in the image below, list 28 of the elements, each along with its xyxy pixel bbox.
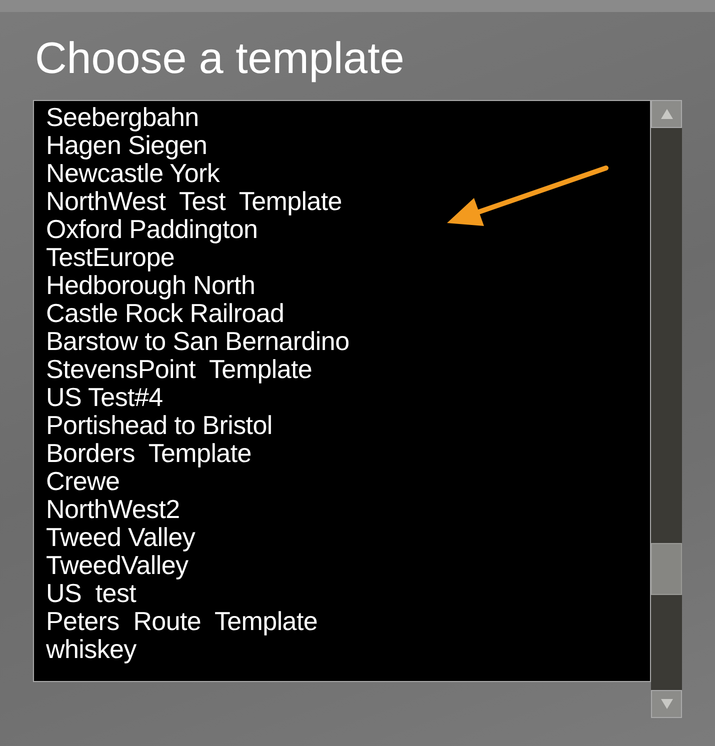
template-list[interactable] <box>33 100 651 682</box>
template-item[interactable]: Barstow to San Bernardino <box>46 327 350 355</box>
template-item[interactable]: TestEurope <box>46 243 175 271</box>
template-item[interactable]: Crewe <box>46 467 120 495</box>
scroll-thumb[interactable] <box>651 543 682 595</box>
up-arrow-icon <box>660 108 674 120</box>
template-item[interactable]: TweedValley <box>46 551 188 579</box>
template-item[interactable]: Borders Template <box>46 439 252 467</box>
scrollbar[interactable] <box>651 100 682 718</box>
template-item[interactable]: Tweed Valley <box>46 523 196 551</box>
template-item[interactable]: Oxford Paddington <box>46 215 258 243</box>
template-item[interactable]: Portishead to Bristol <box>46 411 272 439</box>
template-item[interactable]: Newcastle York <box>46 159 220 187</box>
template-item[interactable]: US test <box>46 579 136 607</box>
template-item[interactable]: Seebergbahn <box>46 103 199 131</box>
template-item[interactable]: Hedborough North <box>46 271 256 299</box>
template-item[interactable]: US Test#4 <box>46 383 163 411</box>
template-item[interactable]: NorthWest2 <box>46 495 180 523</box>
scroll-up-button[interactable] <box>651 100 682 128</box>
template-item[interactable]: NorthWest Test Template <box>46 187 342 215</box>
template-item[interactable]: Castle Rock Railroad <box>46 299 284 327</box>
dialog-title: Choose a template <box>35 34 404 84</box>
template-item[interactable]: whiskey <box>46 635 136 663</box>
template-item[interactable]: Peters Route Template <box>46 607 318 635</box>
template-item[interactable]: StevensPoint Template <box>46 355 312 383</box>
down-arrow-icon <box>660 698 674 710</box>
template-item[interactable]: Hagen Siegen <box>46 131 208 159</box>
scroll-down-button[interactable] <box>651 690 682 718</box>
